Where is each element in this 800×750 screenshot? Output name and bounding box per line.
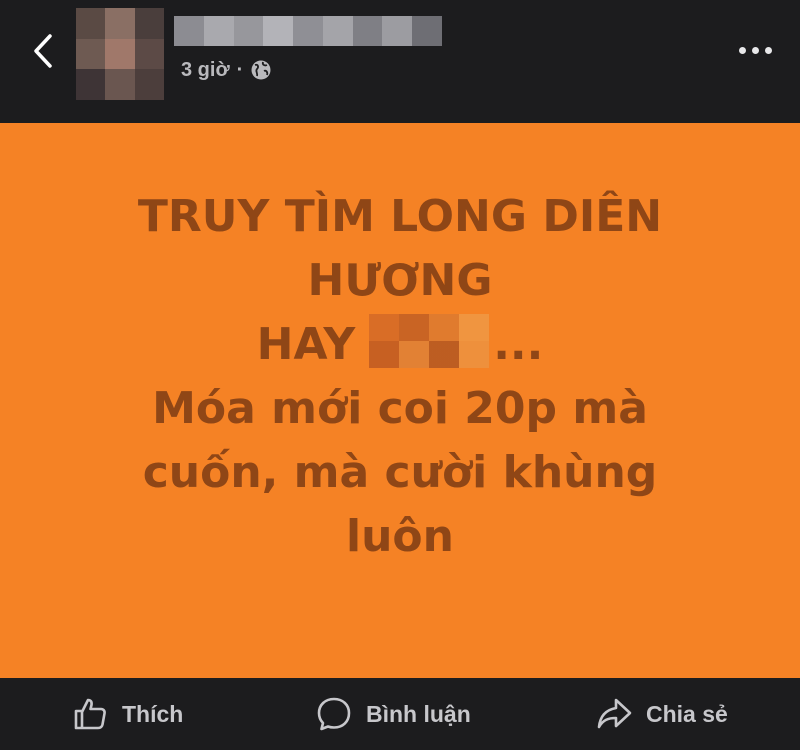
post-header: 3 giờ · — [0, 0, 800, 123]
share-arrow-icon — [597, 698, 632, 729]
post-meta: 3 giờ · — [181, 57, 272, 83]
share-label: Chia sẻ — [646, 700, 728, 727]
post-text-line: Móa mới coi 20p mà — [152, 383, 648, 434]
post-background: TRUY TÌM LONG DIÊN HƯƠNG HAY... Móa mới … — [0, 123, 800, 678]
author-name-censored[interactable] — [174, 16, 443, 46]
more-options-button[interactable] — [732, 38, 778, 62]
post-time[interactable]: 3 giờ — [181, 59, 230, 82]
avatar[interactable] — [76, 8, 164, 100]
more-horizontal-icon — [738, 46, 746, 54]
post-text-line: HAY... — [0, 313, 800, 377]
globe-icon — [251, 60, 271, 80]
chevron-left-icon — [34, 34, 52, 68]
comment-button[interactable]: Bình luận — [316, 696, 471, 732]
meta-separator: · — [236, 58, 244, 81]
more-dot — [751, 46, 759, 54]
thumbs-up-icon — [74, 698, 106, 730]
like-label: Thích — [122, 700, 184, 727]
share-button[interactable]: Chia sẻ — [596, 696, 728, 732]
comment-label: Bình luận — [366, 700, 471, 727]
more-dot — [764, 46, 772, 54]
post-text: TRUY TÌM LONG DIÊN HƯƠNG HAY... Móa mới … — [0, 185, 800, 569]
post-text-segment: HAY — [256, 319, 356, 370]
censored-word — [369, 314, 490, 368]
post-text-line: luôn — [346, 511, 454, 562]
like-button[interactable]: Thích — [72, 696, 183, 732]
post-text-segment: ... — [493, 319, 544, 370]
post-text-line: cuốn, mà cười khùng — [142, 447, 658, 498]
post-text-line: HƯƠNG — [307, 255, 493, 306]
action-bar: Thích Bình luận Chia sẻ — [0, 678, 800, 750]
post-text-line: TRUY TÌM LONG DIÊN — [137, 191, 663, 242]
speech-bubble-icon — [317, 697, 351, 731]
back-button[interactable] — [28, 32, 58, 70]
